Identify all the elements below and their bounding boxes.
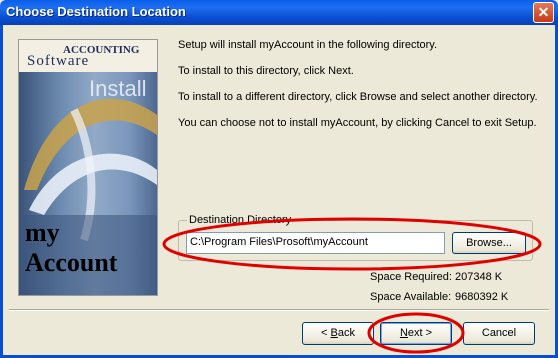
instruction-line-1: Setup will install myAccount in the foll… [178, 39, 438, 51]
close-icon: ✕ [537, 4, 550, 20]
instruction-line-2: To install to this directory, click Next… [178, 65, 354, 77]
space-available-value: 9680392 K [455, 291, 509, 303]
close-button[interactable]: ✕ [533, 2, 554, 23]
back-button[interactable]: < Back [302, 322, 374, 345]
next-label-rest: ext > [407, 327, 433, 339]
cancel-button[interactable]: Cancel [463, 322, 535, 345]
window-title: Choose Destination Location [6, 4, 186, 19]
window-frame-left [0, 25, 3, 358]
button-separator [9, 309, 549, 311]
banner-product-name-line1: my [25, 218, 60, 247]
banner-software-text: Software [27, 53, 90, 69]
back-accelerator: B [330, 327, 338, 339]
space-required-value: 207348 K [455, 271, 503, 283]
setup-dialog: Choose Destination Location ✕ ACCOUNTING… [0, 0, 558, 358]
space-available-label: Space Available: [370, 291, 452, 303]
space-required-label: Space Required: [370, 271, 452, 283]
browse-button[interactable]: Browse... [452, 232, 526, 254]
instruction-line-3: To install to a different directory, cli… [178, 91, 538, 103]
back-label-rest: ack [337, 327, 355, 339]
banner-install-text: Install [89, 76, 147, 101]
destination-group-label: Destination Directory [187, 214, 294, 226]
destination-path-field[interactable]: C:\Program Files\Prosoft\myAccount [186, 232, 445, 254]
banner-product-name-line2: Account [25, 248, 118, 277]
next-accelerator: N [399, 327, 408, 339]
instruction-line-4: You can choose not to install myAccount,… [178, 117, 537, 129]
back-prefix: < [321, 327, 331, 339]
next-button[interactable]: Next > [380, 322, 452, 345]
title-bar[interactable]: Choose Destination Location ✕ [0, 0, 558, 25]
installer-banner-image: ACCOUNTING Software Install my Account [18, 39, 158, 296]
